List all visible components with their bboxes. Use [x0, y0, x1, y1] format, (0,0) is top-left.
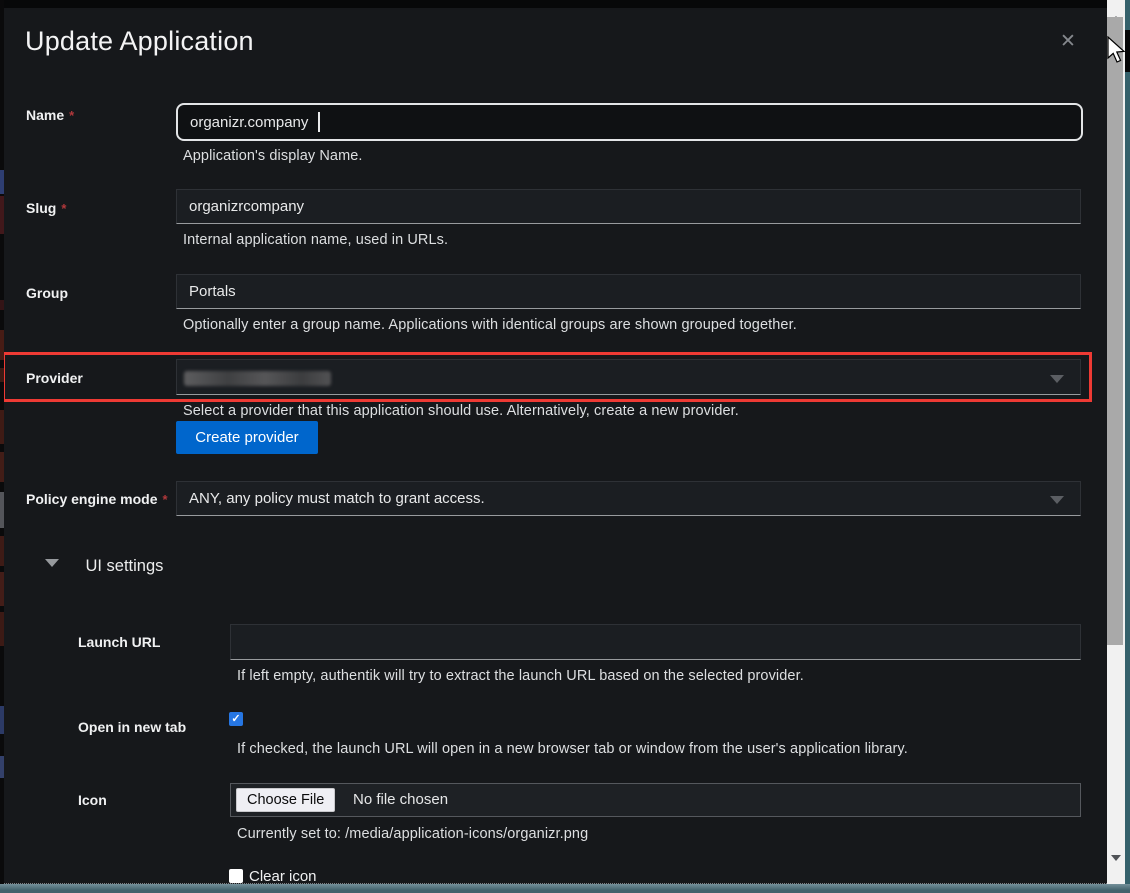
open-in-new-tab-checkbox[interactable]: ✓ — [229, 712, 243, 726]
policy-engine-mode-value: ANY, any policy must match to grant acce… — [189, 490, 485, 507]
clear-icon-label: Clear icon — [249, 868, 317, 884]
name-input[interactable] — [176, 103, 1083, 141]
window-edge-notch — [1125, 30, 1130, 72]
provider-label: Provider — [26, 370, 176, 386]
window-right-edge — [1125, 0, 1130, 884]
launch-url-input[interactable] — [230, 624, 1081, 660]
chevron-down-icon — [45, 559, 59, 567]
open-in-new-tab-label: Open in new tab — [78, 719, 228, 735]
redacted-provider-value — [184, 371, 331, 386]
required-marker: * — [69, 108, 74, 123]
arrow-down-icon — [1111, 855, 1121, 876]
file-status-text: No file chosen — [353, 791, 448, 808]
icon-file-input[interactable]: Choose File No file chosen — [230, 783, 1081, 817]
chevron-down-icon — [1050, 375, 1064, 383]
group-label: Group — [26, 285, 176, 301]
name-label: Name* — [26, 107, 176, 123]
provider-select[interactable] — [176, 359, 1081, 395]
close-icon[interactable]: ✕ — [1056, 30, 1080, 54]
policy-engine-mode-label: Policy engine mode* — [26, 491, 186, 507]
choose-file-button[interactable]: Choose File — [236, 788, 335, 812]
text-caret — [318, 112, 320, 132]
ui-settings-section-title: UI settings — [85, 557, 163, 575]
required-marker: * — [162, 492, 167, 507]
chevron-down-icon — [1050, 496, 1064, 504]
launch-url-help: If left empty, authentik will try to ext… — [237, 668, 804, 684]
icon-help: Currently set to: /media/application-ico… — [237, 826, 588, 842]
scrollbar-down-button[interactable] — [1107, 860, 1125, 877]
icon-label: Icon — [78, 792, 228, 808]
slug-label: Slug* — [26, 200, 176, 216]
policy-engine-mode-select[interactable]: ANY, any policy must match to grant acce… — [176, 481, 1081, 516]
backdrop-bottom-strip — [0, 884, 1130, 893]
scrollbar-thumb[interactable] — [1107, 17, 1123, 645]
name-field-wrap — [176, 103, 1083, 141]
group-input[interactable] — [176, 274, 1081, 309]
group-help: Optionally enter a group name. Applicati… — [183, 317, 797, 333]
vertical-scrollbar[interactable] — [1107, 0, 1125, 884]
ui-settings-section-toggle[interactable]: UI settings — [45, 557, 163, 576]
required-marker: * — [61, 201, 66, 216]
scrollbar-up-button[interactable] — [1107, 0, 1125, 17]
launch-url-label: Launch URL — [78, 634, 228, 650]
clear-icon-checkbox[interactable] — [229, 869, 243, 883]
slug-input[interactable] — [176, 189, 1081, 224]
name-help: Application's display Name. — [183, 148, 363, 164]
slug-help: Internal application name, used in URLs. — [183, 232, 448, 248]
open-in-new-tab-help: If checked, the launch URL will open in … — [237, 741, 908, 757]
update-application-modal: Update Application ✕ Name* Application's… — [4, 8, 1107, 884]
create-provider-button[interactable]: Create provider — [176, 421, 318, 454]
modal-title: Update Application — [25, 26, 254, 57]
provider-help: Select a provider that this application … — [183, 403, 739, 419]
